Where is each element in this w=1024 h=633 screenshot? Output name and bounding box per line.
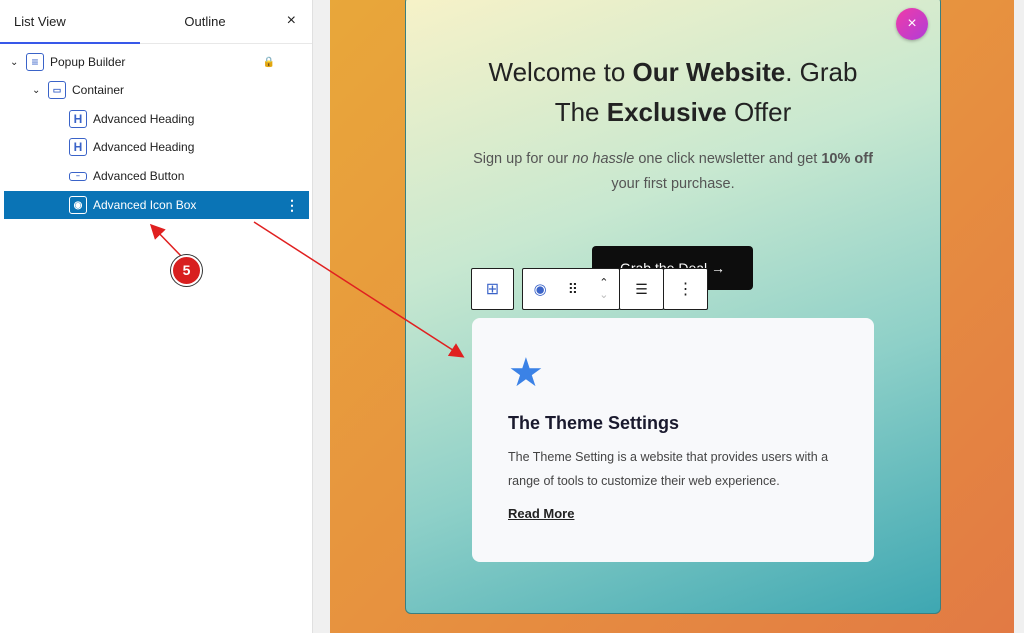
annotation-arrows [149, 221, 465, 358]
annotation-arrow [253, 221, 465, 358]
annotation-arrow [149, 223, 183, 258]
step-badge: 5 [171, 255, 202, 286]
